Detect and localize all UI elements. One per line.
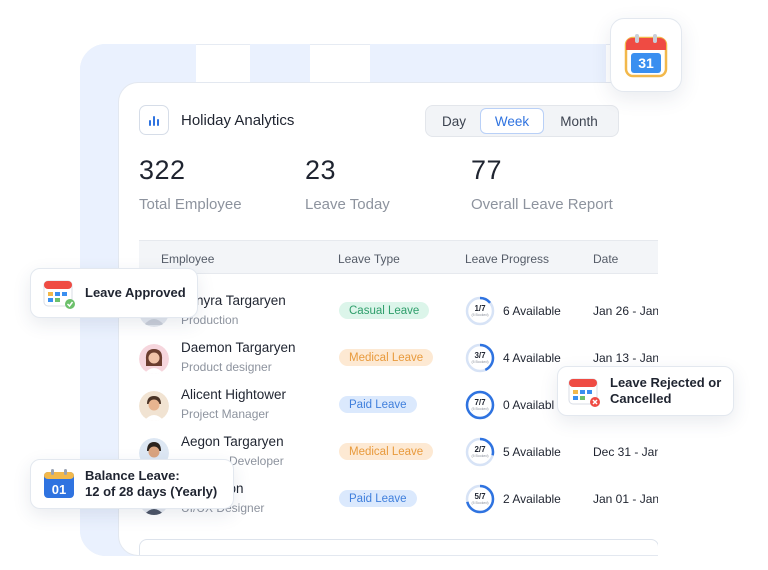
- progress-sublabel: (5 Booked): [471, 501, 489, 505]
- avatar: [139, 391, 169, 421]
- employee-role: Product designer: [181, 360, 272, 374]
- toast-message: Leave Approved: [85, 285, 186, 300]
- toast-message: Balance Leave:: [85, 468, 180, 483]
- leave-date: Jan 01 - Jan: [593, 492, 658, 506]
- progress-count: 1/7: [474, 304, 486, 313]
- stat-value: 322: [139, 155, 186, 185]
- table-header: Employee Leave Type Leave Progress Date: [139, 240, 658, 274]
- page-title: Holiday Analytics: [181, 111, 295, 129]
- stat-value: 23: [305, 155, 337, 185]
- card-header: Holiday Analytics: [139, 105, 294, 135]
- stat-total-employee: 322 Total Employee: [139, 155, 242, 213]
- column-employee: Employee: [161, 252, 215, 266]
- calendar-badge: 31: [610, 18, 682, 92]
- calendar-approved-icon: [43, 280, 75, 309]
- stat-value: 77: [471, 155, 503, 185]
- tab-month[interactable]: Month: [544, 108, 614, 134]
- leave-type-badge: Medical Leave: [339, 443, 434, 460]
- stat-label: Leave Today: [305, 196, 390, 213]
- available-count: 0 Availabl: [503, 398, 555, 412]
- tab-week[interactable]: Week: [480, 108, 544, 134]
- toast-text-group: Leave Rejected or Cancelled: [610, 375, 721, 407]
- toast-message: Leave Rejected or: [610, 375, 722, 390]
- progress-count: 5/7: [474, 492, 486, 501]
- column-date: Date: [593, 252, 619, 266]
- employee-name: Daemon Targaryen: [181, 340, 296, 355]
- available-count: 4 Available: [503, 351, 561, 365]
- leave-date: Jan 26 - Jan: [593, 304, 658, 318]
- column-leave-type: Leave Type: [338, 252, 400, 266]
- avatar: [139, 344, 169, 374]
- employee-role: Developer: [229, 454, 284, 468]
- leave-type-badge: Paid Leave: [339, 396, 417, 413]
- progress-count: 2/7: [474, 445, 486, 454]
- column-leave-progress: Leave Progress: [465, 252, 550, 266]
- calendar-day: 31: [638, 55, 654, 71]
- toast-leave-approved: Leave Approved: [30, 268, 198, 318]
- calendar-icon: 01: [44, 469, 74, 498]
- available-count: 5 Available: [503, 445, 561, 459]
- tab-day[interactable]: Day: [428, 108, 480, 134]
- toast-balance-leave: 01 Balance Leave: 12 of 28 days (Yearly): [30, 459, 234, 509]
- bar-chart-icon: [139, 105, 169, 135]
- progress-count: 7/7: [474, 398, 486, 407]
- stat-label: Overall Leave Report: [471, 196, 613, 213]
- stat-label: Total Employee: [139, 196, 242, 213]
- progress-count: 3/7: [474, 351, 486, 360]
- employee-name: Alicent Hightower: [181, 387, 287, 402]
- available-count: 2 Available: [503, 492, 561, 506]
- calendar-icon: 31: [624, 34, 668, 78]
- background-strip: [370, 44, 606, 82]
- calendar-rejected-icon: [568, 378, 600, 407]
- progress-sublabel: (5 Booked): [471, 407, 489, 411]
- table-row[interactable]: aenyra Targaryen Production Casual Leave…: [139, 288, 658, 335]
- toast-message: 12 of 28 days (Yearly): [85, 484, 218, 499]
- leave-date: Jan 13 - Jan: [593, 351, 658, 365]
- leave-type-badge: Casual Leave: [339, 302, 430, 319]
- background-strip: [250, 44, 310, 82]
- progress-sublabel: (5 Booked): [471, 454, 489, 458]
- leave-date: Dec 31 - Jan: [593, 445, 658, 459]
- progress-sublabel: (5 Booked): [471, 313, 489, 317]
- toast-leave-rejected: Leave Rejected or Cancelled: [557, 366, 734, 416]
- toast-message: Cancelled: [610, 391, 672, 406]
- leave-type-badge: Paid Leave: [339, 490, 417, 507]
- employee-name: Aegon Targaryen: [181, 434, 284, 449]
- calendar-day: 01: [52, 482, 66, 497]
- view-all-button[interactable]: [139, 539, 658, 555]
- available-count: 6 Available: [503, 304, 561, 318]
- employee-role: Project Manager: [181, 407, 270, 421]
- leave-type-badge: Medical Leave: [339, 349, 434, 366]
- progress-sublabel: (5 Booked): [471, 360, 489, 364]
- stat-overall-leave-report: 77 Overall Leave Report: [471, 155, 613, 213]
- stat-leave-today: 23 Leave Today: [305, 155, 390, 213]
- toast-text-group: Balance Leave: 12 of 28 days (Yearly): [85, 468, 217, 500]
- period-switcher: Day Week Month: [425, 105, 619, 137]
